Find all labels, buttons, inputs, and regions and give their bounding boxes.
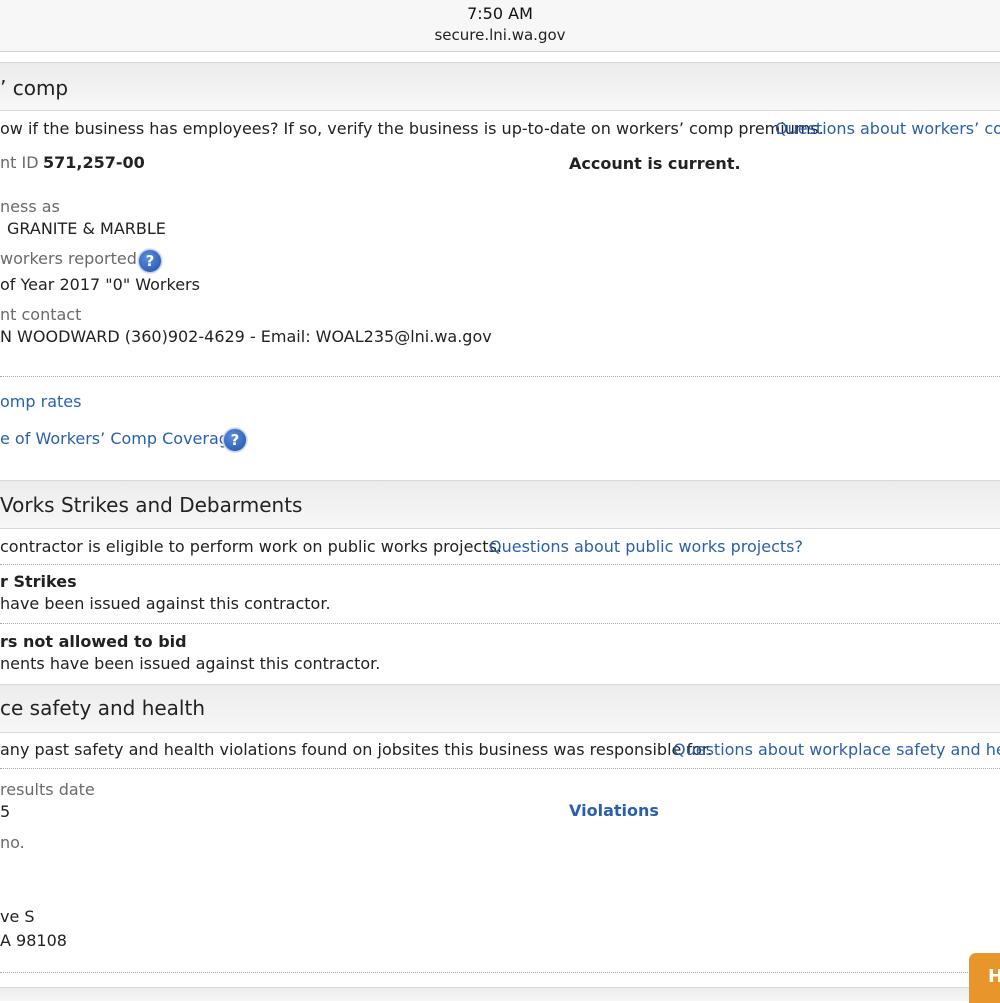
help-icon[interactable]: ? <box>138 249 162 273</box>
account-contact-label: nt contact <box>0 305 82 324</box>
address-url[interactable]: secure.lni.wa.gov <box>0 26 1000 44</box>
violations-link[interactable]: Violations <box>569 801 659 820</box>
account-status: Account is current. <box>569 154 741 173</box>
workers-reported-label: workers reported <box>0 249 137 268</box>
next-section-header <box>0 987 1000 1001</box>
safety-title: ce safety and health <box>0 696 206 720</box>
workers-comp-intro: ow if the business has employees? If so,… <box>0 119 824 138</box>
public-works-title: Vorks Strikes and Debarments <box>0 493 303 517</box>
divider <box>0 376 1000 377</box>
results-date-value: 5 <box>0 802 11 821</box>
workers-comp-title: ’ comp <box>0 76 69 100</box>
status-time: 7:50 AM <box>467 4 533 23</box>
public-works-questions-link[interactable]: Questions about public works projects? <box>489 537 803 556</box>
address-line-1: ve S <box>0 907 35 926</box>
results-date-label: results date <box>0 780 95 799</box>
account-id-label: nt ID <box>0 153 39 172</box>
strikes-label: r Strikes <box>0 572 77 591</box>
workers-comp-questions-link[interactable]: Questions about workers’ com <box>775 119 1000 138</box>
account-contact-value: N WOODWARD (360)902-4629 - Email: WOAL23… <box>0 327 492 346</box>
not-allowed-to-bid-value: nents have been issued against this cont… <box>0 654 381 673</box>
status-bar-divider <box>0 51 1000 52</box>
coverage-link[interactable]: e of Workers’ Comp Coverage <box>0 429 239 448</box>
divider <box>0 623 1000 624</box>
divider <box>0 564 1000 565</box>
dba-label: ness as <box>0 197 60 216</box>
workers-comp-header <box>0 62 1000 111</box>
strikes-value: have been issued against this contractor… <box>0 594 331 613</box>
workers-reported-value: of Year 2017 "0" Workers <box>0 275 200 294</box>
divider <box>0 972 1000 973</box>
not-allowed-to-bid-label: rs not allowed to bid <box>0 632 187 651</box>
inspection-no-label: no. <box>0 833 25 852</box>
account-id-value: 571,257-00 <box>43 153 145 172</box>
address-line-2: A 98108 <box>0 931 67 950</box>
dba-value: GRANITE & MARBLE <box>7 219 166 238</box>
safety-questions-link[interactable]: Questions about workplace safety and hea… <box>673 740 1000 759</box>
public-works-intro: contractor is eligible to perform work o… <box>0 537 502 556</box>
help-icon[interactable]: ? <box>223 428 247 452</box>
safety-intro: any past safety and health violations fo… <box>0 740 713 759</box>
comp-rates-link[interactable]: omp rates <box>0 392 81 411</box>
help-tab-button[interactable]: H <box>969 953 1000 1003</box>
divider <box>0 768 1000 769</box>
